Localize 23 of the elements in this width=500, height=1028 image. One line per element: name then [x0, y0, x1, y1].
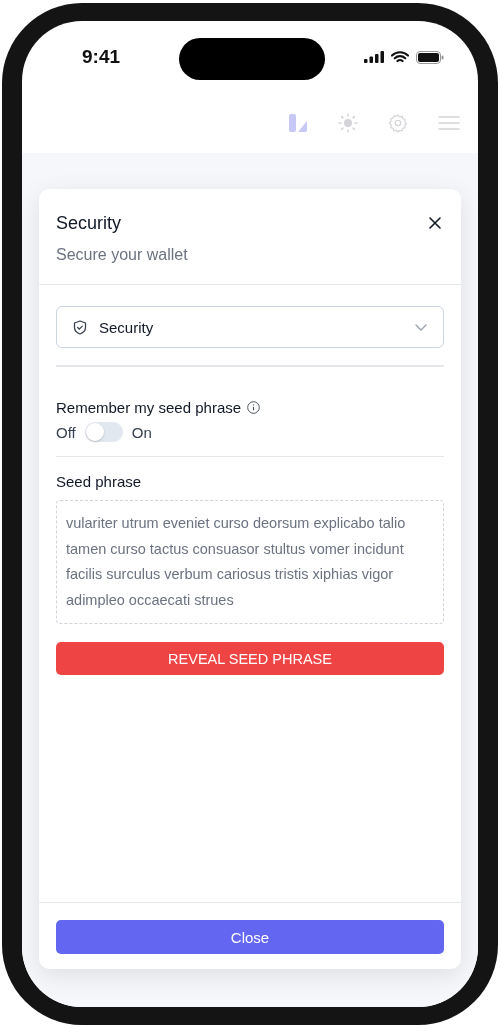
settings-icon[interactable] — [388, 113, 408, 133]
menu-icon[interactable] — [438, 115, 460, 131]
seed-phrase-label: Seed phrase — [56, 473, 143, 490]
dialog-subtitle: Secure your wallet — [56, 246, 188, 264]
status-time: 9:41 — [82, 46, 121, 68]
battery-icon — [416, 50, 444, 64]
dialog-title: Security — [56, 213, 123, 234]
chevron-down-icon — [415, 323, 427, 331]
sun-icon[interactable] — [338, 113, 358, 133]
info-icon[interactable] — [247, 401, 261, 414]
seed-phrase-text: vulariter utrum eveniet curso deorsum explicabo talio tamen curso tactus consuasor stultus vomer incidunt facilis surculus verbum cariosus tristis xiphias vigor adimpleo occaecati strues — [66, 514, 407, 610]
off-label: Off — [56, 423, 76, 441]
remember-label: Remember my seed phrase — [56, 399, 242, 416]
close-icon[interactable] — [429, 217, 441, 229]
wifi-icon — [391, 50, 409, 64]
logo-icon[interactable] — [288, 113, 308, 133]
reveal-button[interactable]: REVEAL SEED PHRASE — [56, 642, 444, 676]
section-select[interactable]: Security — [56, 306, 444, 348]
on-label: On — [131, 423, 152, 441]
remember-toggle[interactable] — [84, 422, 123, 442]
shield-icon — [73, 319, 87, 335]
signal-icon — [364, 51, 384, 63]
close-button[interactable]: Close — [56, 920, 444, 954]
